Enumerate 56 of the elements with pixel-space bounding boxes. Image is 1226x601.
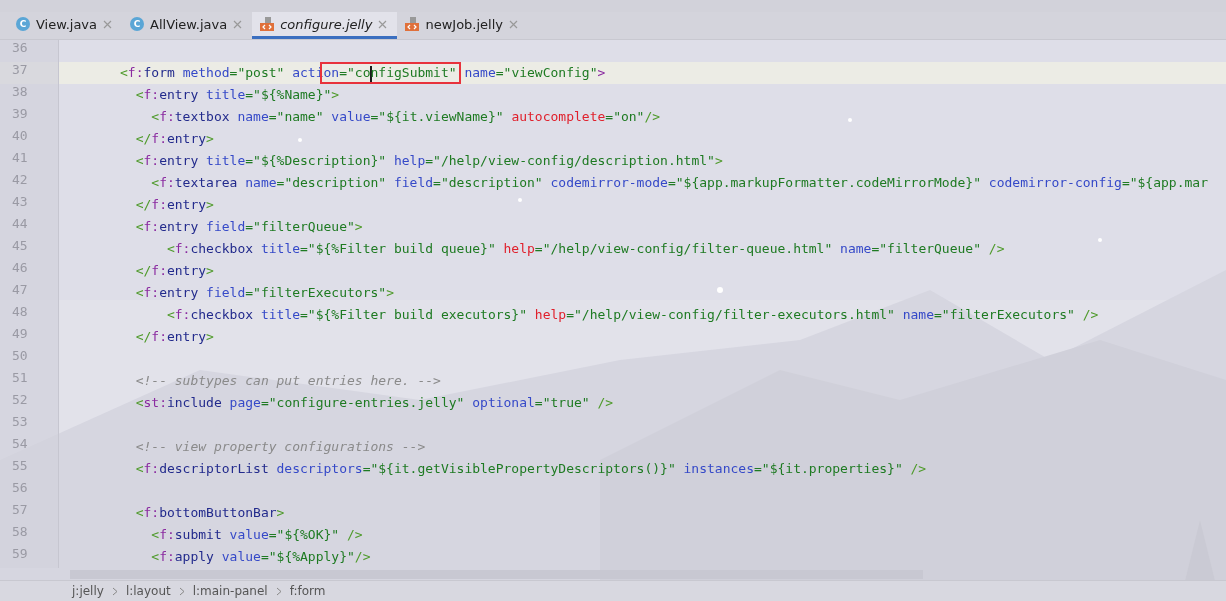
code-line: <f:apply value="${%Apply}"/> (150, 548, 371, 566)
code-line: <st:include page="configure-entries.jelly" optional="true" /> (134, 394, 614, 412)
breadcrumb-item[interactable]: l:layout (125, 584, 171, 598)
code-line: <f:entry field="filterQueue"> (134, 218, 363, 236)
editor-tab[interactable]: C View.java (8, 12, 123, 39)
code-line: <f:textbox name="name" value="${it.viewName}" autocomplete="on"/> (150, 108, 661, 126)
code-line: <f:descriptorList descriptors="${it.getVisiblePropertyDescriptors()}" instances="${it.properties}" /> (134, 460, 927, 478)
code-line: <f:checkbox title="${%Filter build queue}" help="/help/view-config/filter-queue.html" name="filterQueue" /> (165, 240, 1005, 258)
breadcrumb-item[interactable]: j:jelly (72, 584, 104, 598)
line-number: 50 (0, 348, 58, 370)
close-icon[interactable] (103, 19, 113, 29)
line-number: 45 (0, 238, 58, 260)
line-number: 52 (0, 392, 58, 414)
code-line: </f:entry> (134, 328, 214, 346)
line-number: 41 (0, 150, 58, 172)
editor-tab[interactable]: newJob.jelly (397, 12, 528, 39)
chevron-icon (178, 586, 185, 596)
editor-tab[interactable]: C AllView.java (122, 12, 253, 39)
code-line: </f:entry> (134, 262, 214, 280)
line-number: 36 (0, 40, 58, 62)
code-line: <f:bottomButtonBar> (134, 504, 285, 522)
line-number: 38 (0, 84, 58, 106)
chevron-icon (111, 586, 118, 596)
code-line: <f:checkbox title="${%Filter build executors}" help="/help/view-config/filter-executors.html" name="filterExecutors" /> (165, 306, 1099, 324)
breadcrumb-item[interactable]: f:form (289, 584, 326, 598)
line-number: 48 (0, 304, 58, 326)
line-number: 40 (0, 128, 58, 150)
line-number: 39 (0, 106, 58, 128)
line-number: 37 (0, 62, 58, 84)
chevron-icon (275, 586, 282, 596)
xml-file-icon (260, 17, 275, 31)
close-icon[interactable] (233, 19, 243, 29)
code-line: <f:entry title="${%Name}"> (134, 86, 340, 104)
code-line: <!-- view property configurations --> (134, 438, 426, 456)
code-line: <f:submit value="${%OK}" /> (150, 526, 363, 544)
code-line: </f:entry> (134, 196, 214, 214)
xml-file-icon (405, 17, 420, 31)
line-number: 53 (0, 414, 58, 436)
class-icon: C (130, 17, 145, 31)
breadcrumb-item[interactable]: l:main-panel (192, 584, 268, 598)
code-line: </f:entry> (134, 130, 214, 148)
editor-tab[interactable]: configure.jelly (252, 12, 398, 39)
code-line: <f:entry field="filterExecutors"> (134, 284, 394, 302)
line-number: 43 (0, 194, 58, 216)
line-number: 42 (0, 172, 58, 194)
line-number: 44 (0, 216, 58, 238)
class-icon: C (16, 17, 30, 31)
code-line: <f:textarea name="description" field="description" codemirror-mode="${app.markupFormatter.codeMirrorMode}" codemirror-config="${app.mar (150, 174, 1208, 192)
line-number: 47 (0, 282, 58, 304)
code-line: <!-- subtypes can put entries here. --> (134, 372, 441, 390)
code-line: <f:entry title="${%Description}" help="/help/view-config/description.html"> (134, 152, 723, 170)
line-number: 49 (0, 326, 58, 348)
line-number: 51 (0, 370, 58, 392)
close-icon[interactable] (378, 19, 388, 29)
close-icon[interactable] (509, 19, 518, 29)
line-number: 46 (0, 260, 58, 282)
